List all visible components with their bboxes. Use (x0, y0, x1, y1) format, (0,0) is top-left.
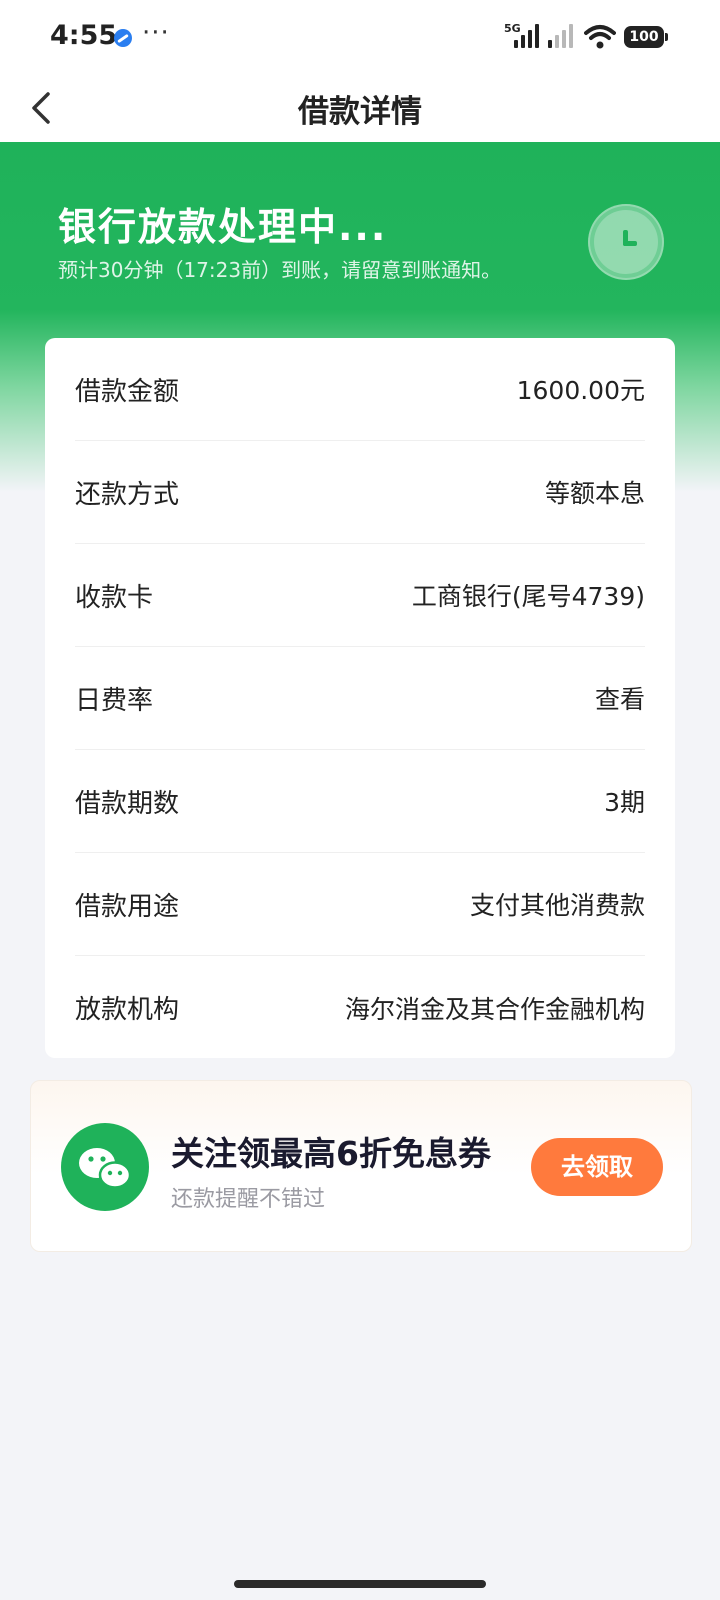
status-bar: 4:55 ··· 5G 100 (0, 0, 720, 76)
detail-label: 放款机构 (75, 995, 180, 1025)
detail-label: 收款卡 (75, 582, 154, 613)
signal-icon (514, 24, 539, 48)
detail-row-repayment-method: 还款方式 等额本息 (75, 441, 645, 544)
more-notifications-icon: ··· (142, 18, 170, 48)
page-title: 借款详情 (298, 94, 422, 130)
wechat-promo-card: 关注领最高6折免息券 还款提醒不错过 去领取 (30, 1080, 692, 1252)
app-notification-icon (114, 29, 132, 47)
signal-2-icon (548, 24, 573, 48)
detail-row-purpose: 借款用途 支付其他消费款 (75, 853, 645, 956)
home-indicator[interactable] (234, 1580, 486, 1588)
detail-row-amount: 借款金额 1600.00元 (75, 338, 645, 441)
promo-subtitle: 还款提醒不错过 (171, 1187, 326, 1212)
detail-label: 还款方式 (75, 479, 180, 510)
loan-status-subtitle: 预计30分钟（17:23前）到账，请留意到账通知。 (58, 258, 502, 282)
detail-label: 日费率 (75, 685, 154, 716)
nav-bar: 借款详情 (0, 76, 720, 142)
detail-value: 3期 (604, 788, 645, 817)
detail-row-periods: 借款期数 3期 (75, 750, 645, 853)
detail-label: 借款期数 (75, 788, 180, 819)
status-indicators: 5G 100 (504, 22, 668, 52)
loan-status-title: 银行放款处理中... (58, 205, 388, 249)
clock-icon (588, 204, 664, 280)
claim-coupon-button[interactable]: 去领取 (531, 1138, 663, 1196)
detail-label: 借款用途 (75, 891, 180, 922)
detail-row-receiving-card: 收款卡 工商银行(尾号4739) (75, 544, 645, 647)
battery-icon: 100 (624, 26, 668, 48)
detail-value: 海尔消金及其合作金融机构 (344, 994, 645, 1024)
detail-value: 1600.00元 (516, 376, 645, 405)
detail-row-lender: 放款机构 海尔消金及其合作金融机构 (75, 956, 645, 1059)
detail-value: 工商银行(尾号4739) (411, 582, 645, 611)
detail-row-daily-rate: 日费率 查看 (75, 647, 645, 750)
detail-value: 等额本息 (544, 479, 645, 508)
wechat-icon (61, 1123, 149, 1211)
view-rate-link[interactable]: 查看 (595, 680, 645, 716)
detail-value: 支付其他消费款 (469, 891, 645, 920)
promo-title: 关注领最高6折免息券 (171, 1134, 491, 1173)
wifi-icon (584, 25, 616, 49)
loan-details-card: 借款金额 1600.00元 还款方式 等额本息 收款卡 工商银行(尾号4739)… (45, 338, 675, 1058)
status-time: 4:55 (50, 20, 118, 51)
detail-label: 借款金额 (75, 376, 180, 407)
